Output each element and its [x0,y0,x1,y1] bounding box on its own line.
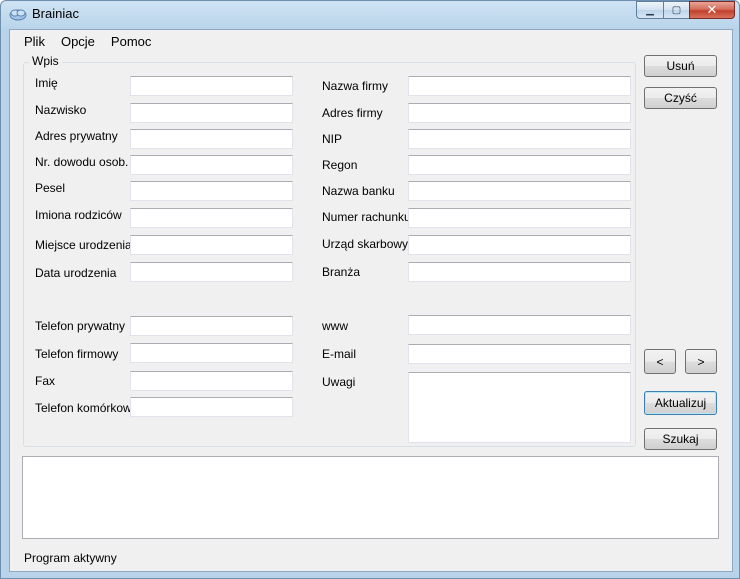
label-notes: Uwagi [322,375,356,389]
email-input[interactable] [408,344,631,364]
output-textbox[interactable] [22,456,719,539]
company-address-input[interactable] [408,103,631,123]
label-private-phone: Telefon prywatny [35,319,126,333]
label-fax: Fax [35,374,56,388]
search-button[interactable]: Szukaj [644,428,717,450]
menu-plik[interactable]: Plik [16,30,53,52]
menu-opcje[interactable]: Opcje [53,30,103,52]
status-text: Program aktywny [24,551,117,565]
minimize-icon: ▁ [646,4,654,16]
bank-name-input[interactable] [408,181,631,201]
company-phone-input[interactable] [130,343,293,363]
label-parents-names: Imiona rodziców [35,208,122,222]
label-pesel: Pesel [35,181,66,195]
industry-input[interactable] [408,262,631,282]
app-icon [9,9,27,21]
parents-names-input[interactable] [130,208,293,228]
label-tax-office: Urząd skarbowy [322,237,409,251]
label-regon: Regon [322,158,358,172]
menu-bar: Plik Opcje Pomoc [10,30,732,52]
next-button[interactable]: > [685,349,717,374]
close-button[interactable]: ✕ [689,1,735,19]
label-id-number: Nr. dowodu osob. [35,155,129,169]
clear-button[interactable]: Czyść [644,87,717,109]
company-name-input[interactable] [408,76,631,96]
label-www: www [322,319,348,333]
pesel-input[interactable] [130,181,293,201]
label-industry: Branża [322,265,361,279]
last-name-input[interactable] [130,103,293,123]
regon-input[interactable] [408,155,631,175]
close-icon: ✕ [706,2,718,17]
label-birth-date: Data urodzenia [35,266,117,280]
label-bank-name: Nazwa banku [322,184,395,198]
main-window: Brainiac ▁ ▢ ✕ Plik Opcje Pomoc Wpis Imi… [0,0,740,579]
label-last-name: Nazwisko [35,103,87,117]
label-company-address: Adres firmy [322,106,383,120]
label-company-phone: Telefon firmowy [35,347,119,361]
label-email: E-mail [322,347,357,361]
previous-button[interactable]: < [644,349,676,374]
update-button[interactable]: Aktualizuj [644,391,717,415]
nip-input[interactable] [408,129,631,149]
label-private-address: Adres prywatny [35,129,118,143]
birth-date-input[interactable] [130,262,293,282]
private-phone-input[interactable] [130,316,293,336]
caption-buttons: ▁ ▢ ✕ [636,1,735,20]
label-first-name: Imię [35,76,58,90]
account-number-input[interactable] [408,208,631,228]
entry-group-title: Wpis [29,54,62,68]
maximize-icon: ▢ [671,4,682,16]
label-mobile-phone: Telefon komórkowy [35,401,138,415]
client-area: Plik Opcje Pomoc Wpis Imię Nazwisko Adre… [9,29,733,572]
minimize-button[interactable]: ▁ [636,1,663,19]
label-nip: NIP [322,132,343,146]
maximize-button[interactable]: ▢ [663,1,689,19]
delete-button[interactable]: Usuń [644,55,717,77]
id-number-input[interactable] [130,155,293,175]
fax-input[interactable] [130,371,293,391]
label-company-name: Nazwa firmy [322,79,389,93]
private-address-input[interactable] [130,129,293,149]
label-account-number: Numer rachunku [322,210,411,224]
birthplace-input[interactable] [130,235,293,255]
window-title: Brainiac [32,6,79,21]
notes-textarea[interactable] [408,372,631,443]
title-bar[interactable]: Brainiac ▁ ▢ ✕ [1,1,740,29]
tax-office-input[interactable] [408,235,631,255]
label-birthplace: Miejsce urodzenia [35,238,132,252]
first-name-input[interactable] [130,76,293,96]
mobile-phone-input[interactable] [130,397,293,417]
www-input[interactable] [408,315,631,335]
menu-pomoc[interactable]: Pomoc [103,30,159,52]
